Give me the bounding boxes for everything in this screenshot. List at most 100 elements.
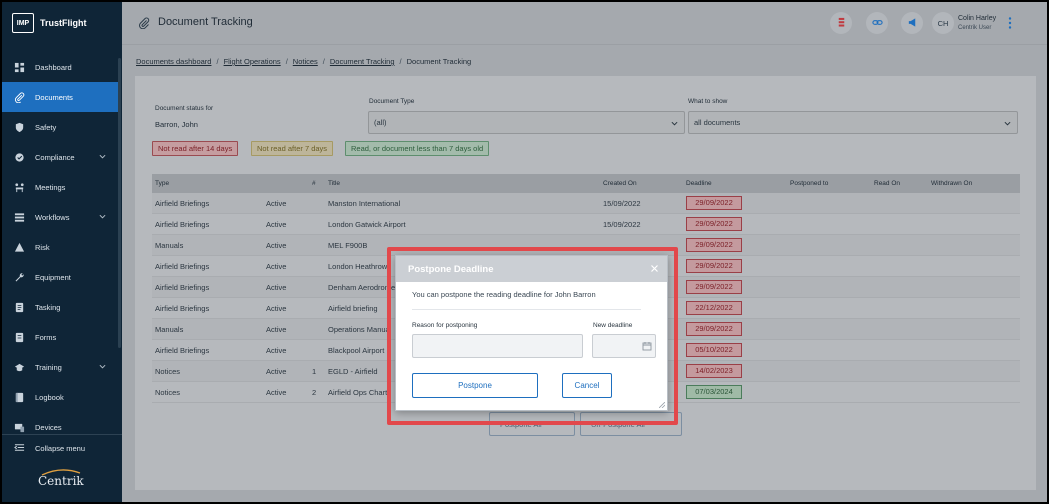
column-header[interactable]: Created On xyxy=(600,180,683,187)
warning-icon xyxy=(14,242,25,253)
deadline-badge: 14/02/2023 xyxy=(686,364,742,378)
breadcrumb: Documents dashboard / Flight Operations … xyxy=(136,57,471,66)
cell-status: Active xyxy=(266,219,287,229)
deadline-badge: 29/09/2022 xyxy=(686,259,742,273)
document-stack-icon xyxy=(836,17,847,30)
link-button[interactable] xyxy=(866,12,888,34)
dashboard-icon xyxy=(14,62,25,73)
sidebar-item-label: Training xyxy=(35,362,62,372)
chevron-down-icon xyxy=(99,213,106,220)
announcements-button[interactable] xyxy=(901,12,923,34)
document-type-label: Document Type xyxy=(369,98,415,105)
sidebar-item-label: Forms xyxy=(35,332,57,342)
sidebar-item-compliance[interactable]: Compliance xyxy=(2,142,118,172)
graduation-cap-icon xyxy=(14,362,25,373)
column-header[interactable]: Type xyxy=(152,180,263,187)
cell-deadline: 29/09/2022 xyxy=(683,217,787,231)
sidebar-item-label: Documents xyxy=(35,92,73,102)
column-header[interactable]: # xyxy=(309,180,325,187)
column-header[interactable]: Deadline xyxy=(683,180,787,187)
cell-status: Active xyxy=(266,345,287,355)
cell-status: Active xyxy=(266,240,287,250)
cell-created-on: 15/09/2022 xyxy=(603,198,641,208)
document-type-value: (all) xyxy=(374,118,387,127)
megaphone-icon xyxy=(907,17,918,30)
cell-status: Active xyxy=(266,387,287,397)
column-header[interactable]: Postponed to xyxy=(787,180,871,187)
document-type-select[interactable]: (all) xyxy=(368,111,685,134)
cell-status: Active xyxy=(266,366,287,376)
deadline-badge: 05/10/2022 xyxy=(686,343,742,357)
forms-icon xyxy=(14,332,25,343)
cell-deadline: 29/09/2022 xyxy=(683,259,787,273)
what-to-show-label: What to show xyxy=(688,98,728,105)
table-header: Type # Title Created On Deadline Postpon… xyxy=(152,174,1020,193)
book-icon xyxy=(14,392,25,403)
column-header[interactable]: Read On xyxy=(871,180,928,187)
brand-name: TrustFlight xyxy=(40,18,87,28)
cell-deadline: 29/09/2022 xyxy=(683,322,787,336)
user-avatar[interactable]: CH xyxy=(932,12,954,34)
sidebar-scrollbar[interactable] xyxy=(118,58,121,348)
sidebar-divider xyxy=(2,434,122,435)
table-row[interactable]: Airfield Briefings Active London Gatwick A… xyxy=(152,214,1020,235)
sidebar-item-logbook[interactable]: Logbook xyxy=(2,382,118,412)
sidebar: IMP TrustFlight Dashboard Documents Safety… xyxy=(2,2,122,502)
breadcrumb-notices[interactable]: Notices xyxy=(293,57,318,66)
what-to-show-value: all documents xyxy=(694,118,741,127)
kebab-menu-icon[interactable] xyxy=(1006,16,1014,30)
cell-title[interactable]: London Gatwick Airport xyxy=(325,220,600,229)
legend-not-read-7-days: Not read after 7 days xyxy=(251,141,334,156)
column-header[interactable]: Title xyxy=(325,180,600,187)
sidebar-item-safety[interactable]: Safety xyxy=(2,112,118,142)
sidebar-item-dashboard[interactable]: Dashboard xyxy=(2,52,118,82)
what-to-show-select[interactable]: all documents xyxy=(688,111,1018,134)
wrench-icon xyxy=(14,272,25,283)
sidebar-item-label: Compliance xyxy=(35,152,75,162)
sidebar-item-workflows[interactable]: Workflows xyxy=(2,202,118,232)
breadcrumb-document-tracking[interactable]: Document Tracking xyxy=(330,57,395,66)
sidebar-item-label: Tasking xyxy=(35,302,61,312)
cell-type: Airfield Briefings xyxy=(155,219,210,229)
workflows-icon xyxy=(14,212,25,223)
compliance-icon xyxy=(14,152,25,163)
sidebar-item-equipment[interactable]: Equipment xyxy=(2,262,118,292)
sidebar-item-label: Dashboard xyxy=(35,62,72,72)
meetings-icon xyxy=(14,182,25,193)
breadcrumb-separator: / xyxy=(285,57,288,66)
cell-type: Airfield Briefings xyxy=(155,282,210,292)
sidebar-item-forms[interactable]: Forms xyxy=(2,322,118,352)
cell-title[interactable]: Manston International xyxy=(325,199,600,208)
cell-status: Active xyxy=(266,282,287,292)
cell-type: Notices xyxy=(155,387,181,397)
breadcrumb-documents-dashboard[interactable]: Documents dashboard xyxy=(136,57,211,66)
cell-status: Active xyxy=(266,261,287,271)
chevron-down-icon xyxy=(99,153,106,160)
breadcrumb-separator: / xyxy=(322,57,325,66)
table-row[interactable]: Airfield Briefings Active Manston Internat… xyxy=(152,193,1020,214)
collapse-menu-label: Collapse menu xyxy=(35,444,86,453)
chevron-down-icon xyxy=(671,121,678,126)
chevron-down-icon xyxy=(99,363,106,370)
breadcrumb-separator: / xyxy=(216,57,219,66)
cell-type: Airfield Briefings xyxy=(155,261,210,271)
cell-deadline: 22/12/2022 xyxy=(683,301,787,315)
devices-icon xyxy=(14,422,25,433)
sidebar-item-tasking[interactable]: Tasking xyxy=(2,292,118,322)
sidebar-item-devices[interactable]: Devices xyxy=(2,412,118,442)
cell-deadline: 29/09/2022 xyxy=(683,238,787,252)
sidebar-item-meetings[interactable]: Meetings xyxy=(2,172,118,202)
sidebar-item-training[interactable]: Training xyxy=(2,352,118,382)
sidebar-item-risk[interactable]: Risk xyxy=(2,232,118,262)
cell-status: Active xyxy=(266,198,287,208)
brand[interactable]: IMP TrustFlight xyxy=(12,12,87,34)
shield-icon xyxy=(14,122,25,133)
cell-status: Active xyxy=(266,324,287,334)
collapse-menu-button[interactable]: Collapse menu xyxy=(14,442,85,455)
document-stack-button[interactable] xyxy=(830,12,852,34)
breadcrumb-flight-operations[interactable]: Flight Operations xyxy=(224,57,281,66)
cell-deadline: 29/09/2022 xyxy=(683,196,787,210)
deadline-badge: 29/09/2022 xyxy=(686,280,742,294)
column-header[interactable]: Withdrawn On xyxy=(928,180,1017,187)
sidebar-item-documents[interactable]: Documents xyxy=(2,82,118,112)
